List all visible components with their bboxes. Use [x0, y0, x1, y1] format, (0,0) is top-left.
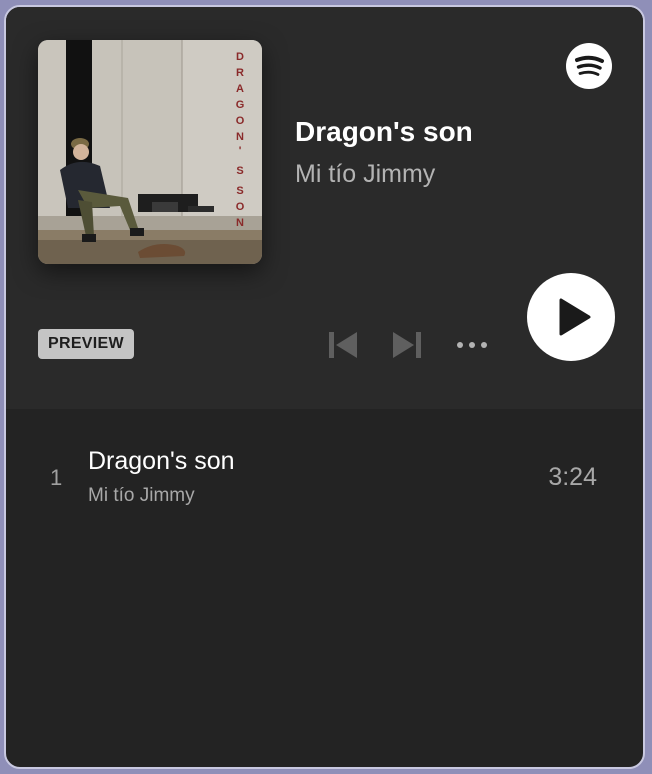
track-row-artist: Mi tío Jimmy: [88, 485, 195, 506]
svg-text:O: O: [236, 115, 245, 127]
svg-text:O: O: [236, 201, 245, 213]
album-cover[interactable]: D R A G O N ' S S O N: [38, 40, 262, 264]
track-row[interactable]: 1 Dragon's son Mi tío Jimmy 3:24: [6, 409, 643, 529]
play-button[interactable]: [527, 273, 615, 361]
more-options-button[interactable]: [454, 329, 490, 361]
svg-text:G: G: [236, 99, 245, 111]
skip-back-button[interactable]: [327, 329, 359, 361]
preview-badge: PREVIEW: [38, 329, 134, 359]
skip-back-icon: [329, 332, 357, 358]
track-number: 1: [50, 465, 63, 490]
svg-text:': ': [239, 145, 242, 157]
skip-forward-icon: [393, 332, 421, 358]
svg-text:S: S: [236, 185, 243, 197]
track-list: 1 Dragon's son Mi tío Jimmy 3:24: [6, 409, 643, 529]
play-icon: [559, 298, 591, 336]
track-title[interactable]: Dragon's son: [295, 116, 473, 148]
svg-text:N: N: [236, 131, 244, 143]
svg-text:N: N: [236, 217, 244, 229]
spotify-logo-icon[interactable]: [566, 43, 612, 89]
artist-name[interactable]: Mi tío Jimmy: [295, 160, 435, 189]
svg-text:D: D: [236, 51, 244, 63]
svg-text:R: R: [236, 67, 244, 79]
skip-forward-button[interactable]: [391, 329, 423, 361]
track-duration: 3:24: [548, 463, 597, 491]
track-row-title: Dragon's son: [88, 447, 235, 475]
svg-text:S: S: [236, 165, 243, 177]
player-header: D R A G O N ' S S O N Dragon's son Mi tí…: [6, 7, 643, 409]
album-cover-image: D R A G O N ' S S O N: [38, 40, 262, 264]
spotify-embed-widget: D R A G O N ' S S O N Dragon's son Mi tí…: [4, 5, 645, 769]
svg-text:A: A: [236, 83, 244, 95]
more-options-icon: [457, 342, 487, 348]
